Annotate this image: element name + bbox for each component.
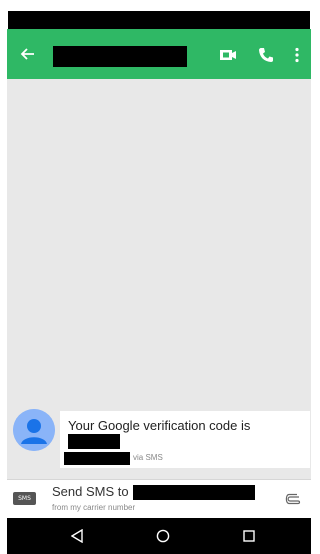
compose-placeholder[interactable]: Send SMS to: [52, 484, 129, 499]
recipient-number-redacted: [133, 485, 255, 500]
screen: Your Google verification code is via SMS…: [0, 0, 313, 554]
more-vert-icon[interactable]: [289, 43, 305, 67]
compose-bar[interactable]: SMS Send SMS to from my carrier number: [7, 479, 311, 518]
person-avatar-icon[interactable]: [13, 409, 55, 451]
nav-back-icon[interactable]: [66, 526, 88, 546]
compose-subtitle: from my carrier number: [52, 503, 136, 512]
contact-name-redacted[interactable]: [53, 46, 187, 67]
video-call-icon[interactable]: [216, 44, 240, 66]
arrow-back-icon[interactable]: [17, 43, 39, 65]
message-text: Your Google verification code is: [68, 418, 251, 433]
paperclip-icon[interactable]: [282, 489, 304, 509]
via-sms-label: via SMS: [133, 453, 163, 462]
sms-badge[interactable]: SMS: [13, 492, 36, 505]
nav-recents-icon[interactable]: [238, 526, 260, 546]
sender-number-redacted: [64, 452, 130, 465]
navigation-bar: [7, 518, 311, 554]
message-bubble[interactable]: Your Google verification code is via SMS: [60, 411, 310, 468]
phone-icon[interactable]: [255, 44, 277, 66]
verification-code-redacted: [68, 434, 120, 449]
nav-home-icon[interactable]: [152, 526, 174, 546]
status-bar-redacted: [8, 11, 310, 29]
app-bar: [7, 29, 311, 79]
